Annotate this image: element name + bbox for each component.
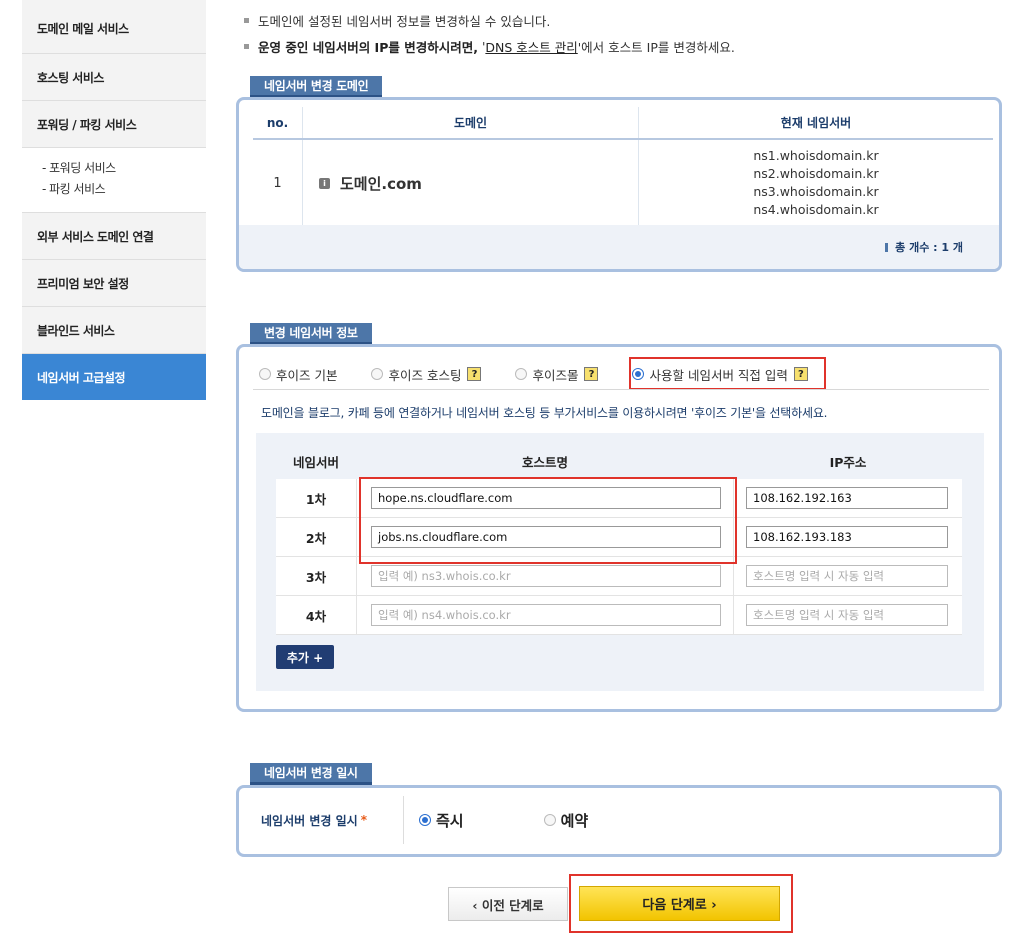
sidebar-item-label: 외부 서비스 도메인 연결	[37, 229, 154, 244]
nameserver-box: 후이즈 기본 후이즈 호스팅 ? 후이즈몰 ? 사용할 네임서버 직접 입력 ?…	[236, 344, 1002, 712]
col-header-no: no.	[253, 107, 303, 138]
info-bold-text: 운영 중인 네임서버의 IP를 변경하시려면,	[258, 40, 478, 55]
sidebar-item-nameserver-advanced[interactable]: 네임서버 고급설정	[22, 354, 206, 400]
highlight-box	[629, 357, 826, 390]
option-label: 예약	[560, 811, 589, 830]
row-label: 4차	[305, 608, 327, 624]
sidebar-item-blind-service[interactable]: 블라인드 서비스	[22, 307, 206, 354]
ip-input[interactable]: 108.162.193.183	[746, 526, 948, 548]
sidebar-item-label: 블라인드 서비스	[37, 323, 115, 338]
info-line-1: 도메인에 설정된 네임서버 정보를 변경하실 수 있습니다.	[244, 11, 550, 30]
radio-icon[interactable]	[371, 368, 384, 380]
sidebar-item-premium-security[interactable]: 프리미엄 보안 설정	[22, 260, 206, 307]
help-icon[interactable]: ?	[467, 367, 482, 381]
ip-input[interactable]: 호스트명 입력 시 자동 입력	[746, 604, 948, 626]
row-label: 2차	[305, 530, 327, 546]
info-text: 도메인에 설정된 네임서버 정보를 변경하실 수 있습니다.	[258, 14, 551, 29]
option-immediate[interactable]: 즉시	[419, 810, 464, 831]
radio-selected-icon[interactable]	[419, 814, 431, 826]
current-nameservers: ns1.whoisdomain.kr ns2.whoisdomain.kr ns…	[639, 140, 993, 226]
col-header-nameserver: 네임서버	[292, 454, 339, 470]
sidebar-item-hosting[interactable]: 호스팅 서비스	[22, 54, 206, 101]
dns-host-manage-link[interactable]: DNS 호스트 관리	[485, 37, 577, 56]
info-line-2: 운영 중인 네임서버의 IP를 변경하시려면, ' DNS 호스트 관리 '에서 호…	[244, 37, 735, 56]
section-tab-new-nameserver: 변경 네임서버 정보	[250, 323, 372, 345]
sidebar-item-label: 도메인 메일 서비스	[37, 22, 129, 36]
nameserver-value: ns2.whoisdomain.kr	[753, 166, 879, 181]
nameserver-value: ns4.whoisdomain.kr	[753, 202, 879, 217]
option-label: 후이즈 기본	[276, 367, 338, 383]
option-label: 후이즈 호스팅	[388, 367, 462, 383]
option-whois-mall[interactable]: 후이즈몰 ?	[515, 365, 599, 384]
divider	[403, 796, 404, 844]
hostname-input[interactable]: 입력 예) ns4.whois.co.kr	[371, 604, 721, 626]
schedule-label: 네임서버 변경 일시 *	[261, 788, 367, 852]
info-text: '에서 호스트 IP를 변경하세요.	[577, 40, 735, 55]
sidebar-item-external-domain[interactable]: 외부 서비스 도메인 연결	[22, 213, 206, 260]
section-tab-domain: 네임서버 변경 도메인	[250, 76, 383, 98]
row-label: 1차	[305, 491, 327, 507]
table-header: 네임서버 호스트명 IP주소	[276, 443, 962, 479]
radio-icon[interactable]	[515, 368, 528, 380]
hint-text: 도메인을 블로그, 카페 등에 연결하거나 네임서버 호스팅 등 부가서비스를 …	[261, 406, 828, 420]
table-row: 4차 입력 예) ns4.whois.co.kr 호스트명 입력 시 자동 입력	[276, 596, 962, 635]
sidebar-item-forwarding-parking[interactable]: 포워딩 / 파킹 서비스	[22, 101, 206, 148]
bullet-icon	[244, 44, 249, 49]
sidebar-submenu: - 포워딩 서비스 - 파킹 서비스	[22, 148, 206, 213]
bullet-icon	[244, 18, 249, 23]
table-row: 1 i 도메인.com ns1.whoisdomain.kr ns2.whois…	[253, 140, 993, 226]
option-label: 즉시	[436, 811, 464, 830]
option-whois-default[interactable]: 후이즈 기본	[259, 365, 337, 384]
domain-cell: i 도메인.com	[303, 140, 639, 226]
highlight-box	[359, 477, 737, 564]
section-tab-schedule: 네임서버 변경 일시	[250, 763, 372, 785]
sidebar-item-label: 프리미엄 보안 설정	[37, 276, 129, 291]
option-whois-hosting[interactable]: 후이즈 호스팅 ?	[371, 365, 482, 384]
option-reserve[interactable]: 예약	[543, 810, 589, 831]
highlight-box	[569, 874, 793, 933]
add-nameserver-button[interactable]: 추가 +	[276, 645, 334, 669]
col-header-ip: IP주소	[829, 454, 867, 470]
ip-input[interactable]: 호스트명 입력 시 자동 입력	[746, 565, 948, 587]
sidebar-item-label: 호스팅 서비스	[37, 70, 104, 85]
nameserver-value: ns1.whoisdomain.kr	[753, 148, 879, 163]
info-icon: i	[319, 177, 330, 189]
radio-icon[interactable]	[543, 814, 556, 826]
total-count: 총 개수 : 1 개	[895, 241, 963, 254]
col-header-nameserver: 현재 네임서버	[780, 116, 852, 130]
schedule-options: 즉시 예약	[419, 788, 668, 852]
domain-table: no. 도메인 현재 네임서버 1 i 도메인.com ns1.whoisdom…	[253, 107, 993, 226]
required-mark: *	[360, 813, 367, 827]
divider	[253, 389, 989, 390]
help-icon[interactable]: ?	[584, 367, 599, 381]
prev-step-button[interactable]: ‹ 이전 단계로	[448, 887, 568, 921]
radio-icon[interactable]	[259, 368, 271, 380]
table-header: no. 도메인 현재 네임서버	[253, 107, 993, 140]
sidebar-item-label: 네임서버 고급설정	[37, 370, 126, 385]
hostname-input[interactable]: 입력 예) ns3.whois.co.kr	[371, 565, 721, 587]
row-label: 3차	[305, 569, 327, 585]
info-quote: '	[477, 39, 486, 54]
domain-name: 도메인.com	[340, 174, 422, 193]
col-header-hostname: 호스트명	[521, 454, 568, 470]
total-count-bar: 총 개수 : 1 개	[239, 225, 999, 269]
ip-input[interactable]: 108.162.192.163	[746, 487, 948, 509]
marker-icon	[885, 242, 889, 252]
sidebar: 도메인 메일 서비스 호스팅 서비스 포워딩 / 파킹 서비스 - 포워딩 서비…	[22, 0, 206, 400]
domain-box: no. 도메인 현재 네임서버 1 i 도메인.com ns1.whoisdom…	[236, 97, 1002, 272]
schedule-label-text: 네임서버 변경 일시	[261, 813, 358, 828]
option-label: 후이즈몰	[532, 367, 579, 383]
col-header-domain: 도메인	[303, 107, 639, 138]
sidebar-item-domain-mail[interactable]: 도메인 메일 서비스	[22, 0, 206, 54]
sidebar-subitem-forwarding[interactable]: - 포워딩 서비스	[42, 158, 206, 179]
schedule-box: 네임서버 변경 일시 * 즉시 예약	[236, 785, 1002, 857]
sidebar-item-label: 포워딩 / 파킹 서비스	[37, 117, 137, 132]
sidebar-subitem-parking[interactable]: - 파킹 서비스	[42, 179, 206, 200]
row-number: 1	[253, 140, 303, 226]
nameserver-value: ns3.whoisdomain.kr	[753, 184, 879, 199]
